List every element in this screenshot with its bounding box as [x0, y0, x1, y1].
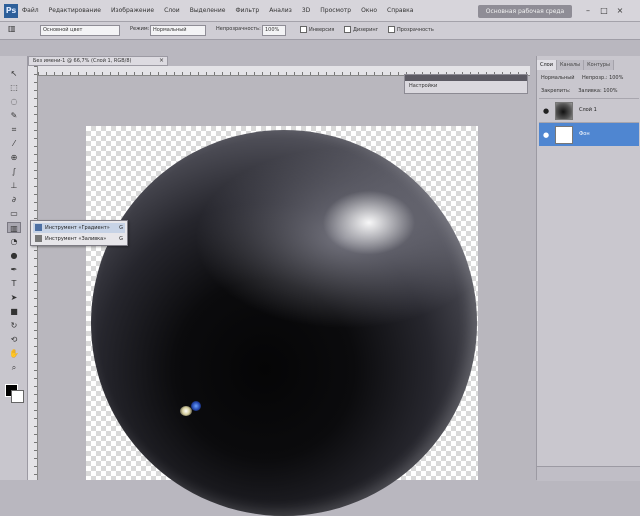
menu-list: Файл Редактирование Изображение Слои Выд… [22, 7, 413, 14]
layer-thumbnail [555, 102, 573, 120]
gradient-preset-picker[interactable]: Основной цвет [40, 25, 120, 36]
3d-orbit-tool-icon[interactable]: ⟲ [7, 334, 21, 345]
reverse-checkbox[interactable]: Инверсия [300, 26, 334, 33]
mode-select[interactable]: Нормальный [150, 25, 206, 36]
hand-tool-icon[interactable]: ✋ [7, 348, 21, 359]
opacity-input[interactable]: 100% [262, 25, 286, 36]
paint-bucket-icon [35, 235, 42, 242]
stamp-tool-icon[interactable]: ⊥ [7, 180, 21, 191]
layer-fill[interactable]: Заливка: 100% [578, 88, 617, 94]
marquee-tool-icon[interactable]: ⬚ [7, 82, 21, 93]
3d-rotate-tool-icon[interactable]: ↻ [7, 320, 21, 331]
lock-row: Закрепить: Заливка: 100% [541, 87, 637, 96]
layer-row[interactable]: ● Фон [539, 122, 639, 146]
document-tab-title: Без имени-1 @ 66,7% (Слой 1, RGB/8) [33, 58, 132, 64]
reverse-label: Инверсия [309, 27, 335, 33]
menu-bar: Ps Файл Редактирование Изображение Слои … [0, 0, 640, 22]
menu-analysis[interactable]: Анализ [269, 7, 292, 14]
menu-3d[interactable]: 3D [302, 7, 310, 14]
menu-filter[interactable]: Фильтр [235, 7, 259, 14]
zoom-tool-icon[interactable]: ⌕ [7, 362, 21, 373]
maximize-button[interactable]: □ [598, 5, 610, 17]
app-logo[interactable]: Ps [4, 4, 18, 18]
dither-check-box[interactable] [344, 26, 351, 33]
blend-row: Нормальный Непрозр.: 100% [541, 74, 637, 83]
flyout-item-paint-bucket[interactable]: Инструмент «Заливка» G [33, 234, 125, 244]
eraser-tool-icon[interactable]: ▭ [7, 208, 21, 219]
gradient-icon [35, 224, 42, 231]
close-document-icon[interactable]: × [159, 57, 164, 65]
tab-paths[interactable]: Контуры [584, 60, 614, 70]
sphere-artwork [91, 130, 477, 516]
gradient-tool-button-icon[interactable]: ▥ [7, 222, 21, 233]
dodge-tool-icon[interactable]: ● [7, 250, 21, 261]
pen-tool-icon[interactable]: ✒ [7, 264, 21, 275]
flyout-item-shortcut: G [119, 225, 123, 231]
mode-label: Режим: [130, 26, 150, 32]
layers-panel-tabs: Слои Каналы Контуры [537, 60, 640, 70]
move-tool-icon[interactable]: ↖ [7, 68, 21, 79]
quick-select-tool-icon[interactable]: ✎ [7, 110, 21, 121]
floating-panel: Настройки [404, 74, 528, 94]
flyout-item-label: Инструмент «Заливка» [45, 236, 107, 242]
path-select-tool-icon[interactable]: ➤ [7, 292, 21, 303]
tab-channels[interactable]: Каналы [557, 60, 585, 70]
menu-layer[interactable]: Слои [164, 7, 180, 14]
layer-thumbnail [555, 126, 573, 144]
menu-window[interactable]: Окно [361, 7, 377, 14]
close-window-button[interactable]: × [614, 5, 626, 17]
workspace-button[interactable]: Основная рабочая среда [478, 5, 572, 18]
gradient-tool-icon[interactable]: ▥ [8, 24, 16, 33]
vertical-ruler[interactable] [28, 66, 38, 480]
minimize-button[interactable]: – [582, 5, 594, 17]
history-brush-tool-icon[interactable]: ∂ [7, 194, 21, 205]
reverse-check-box[interactable] [300, 26, 307, 33]
healing-tool-icon[interactable]: ⊕ [7, 152, 21, 163]
lock-label: Закрепить: [541, 88, 571, 94]
transparency-check-box[interactable] [388, 26, 395, 33]
lasso-tool-icon[interactable]: ◌ [7, 96, 21, 107]
sphere-glint-white [180, 406, 192, 416]
layer-opacity[interactable]: Непрозр.: 100% [582, 75, 623, 81]
options-bar: ▥ Основной цвет Режим: Нормальный Непроз… [0, 22, 640, 40]
gradient-tool-flyout: Инструмент «Градиент» G Инструмент «Зали… [30, 220, 128, 246]
brush-tool-icon[interactable]: ∫ [7, 166, 21, 177]
eye-icon[interactable]: ● [541, 106, 551, 116]
document-tab[interactable]: Без имени-1 @ 66,7% (Слой 1, RGB/8) × [28, 56, 168, 66]
shape-tool-icon[interactable]: ■ [7, 306, 21, 317]
eyedropper-tool-icon[interactable]: ⁄ [7, 138, 21, 149]
menu-file[interactable]: Файл [22, 7, 39, 14]
eye-icon[interactable]: ● [541, 130, 551, 140]
blur-tool-icon[interactable]: ◔ [7, 236, 21, 247]
type-tool-icon[interactable]: T [7, 278, 21, 289]
transparency-checkbox[interactable]: Прозрачность [388, 26, 434, 33]
flyout-item-gradient[interactable]: Инструмент «Градиент» G [33, 223, 125, 233]
sphere-glint-blue [191, 401, 201, 411]
layer-name: Фон [579, 131, 590, 137]
layer-name: Слой 1 [579, 107, 597, 113]
tab-layers[interactable]: Слои [537, 60, 557, 70]
menu-select[interactable]: Выделение [190, 7, 226, 14]
flyout-item-label: Инструмент «Градиент» [45, 225, 110, 231]
crop-tool-icon[interactable]: ⌗ [7, 124, 21, 135]
flyout-item-shortcut: G [119, 236, 123, 242]
layers-panel: Слои Каналы Контуры Нормальный Непрозр.:… [536, 56, 640, 481]
menu-help[interactable]: Справка [387, 7, 413, 14]
menu-edit[interactable]: Редактирование [49, 7, 101, 14]
transparency-label: Прозрачность [397, 27, 434, 33]
opacity-label: Непрозрачность: [216, 26, 261, 32]
dither-label: Дизеринг [353, 27, 379, 33]
floating-panel-label[interactable]: Настройки [405, 81, 527, 89]
layer-row[interactable]: ● Слой 1 [539, 98, 639, 122]
menu-image[interactable]: Изображение [111, 7, 154, 14]
menu-view[interactable]: Просмотр [320, 7, 351, 14]
tools-panel: ↖ ⬚ ◌ ✎ ⌗ ⁄ ⊕ ∫ ⊥ ∂ ▭ ▥ ◔ ● ✒ T ➤ ■ ↻ ⟲ … [0, 56, 28, 480]
layers-panel-footer [537, 466, 640, 481]
background-color-swatch[interactable] [11, 390, 24, 403]
dither-checkbox[interactable]: Дизеринг [344, 26, 378, 33]
blend-mode-select[interactable]: Нормальный [541, 75, 574, 81]
